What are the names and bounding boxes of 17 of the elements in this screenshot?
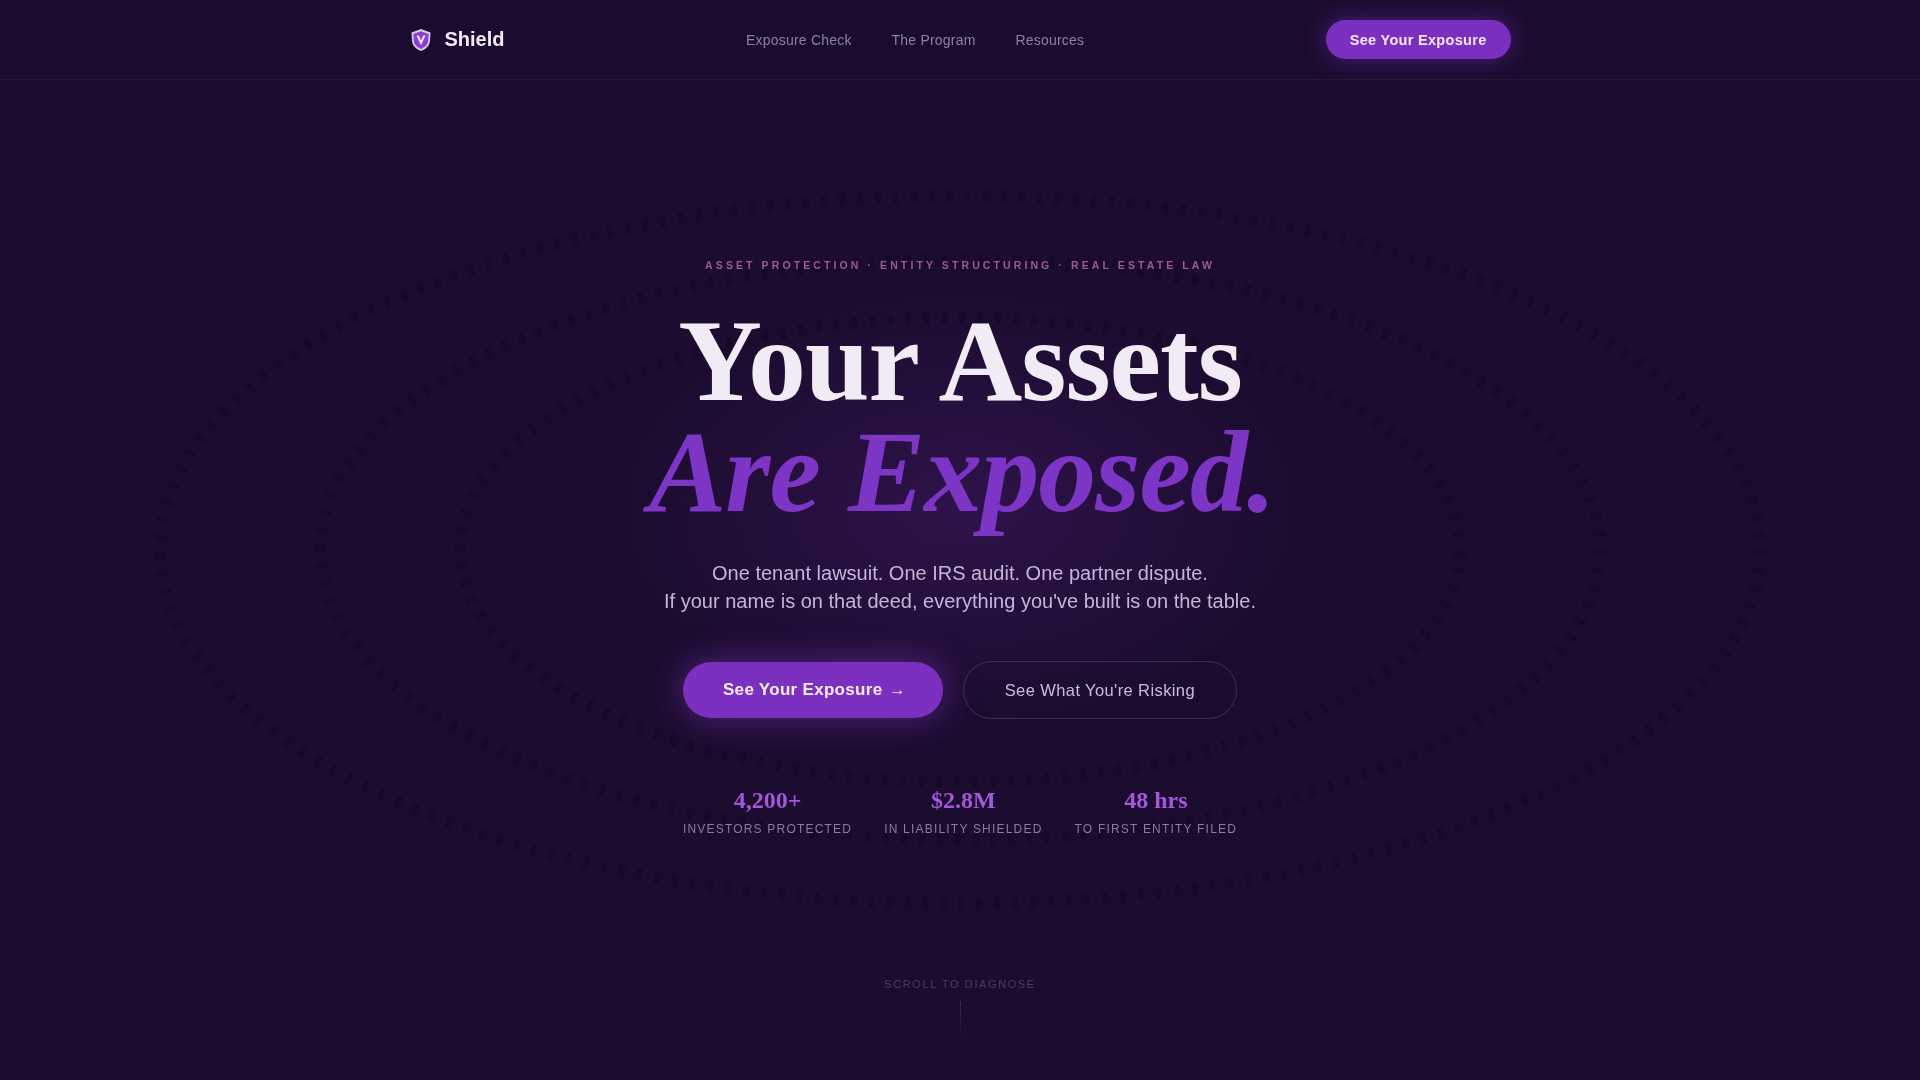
brand-name[interactable]: Shield [444, 28, 505, 51]
shield-logo-icon [409, 27, 432, 52]
headline-accent-text: Are Exposed. [631, 417, 1289, 546]
headline-text: Your Assets [677, 306, 1243, 417]
stat-label: IN LIABILITY SHIELDED [884, 822, 1043, 836]
see-exposure-button[interactable]: See Your Exposure → [683, 662, 943, 718]
subtitle-text: One tenant lawsuit. One IRS audit. One partner dispute. If your name is on that deed, everything you've built is on the table. [664, 561, 1256, 614]
stat-value: 4,200+ [733, 786, 802, 815]
nav-link[interactable]: The Program [891, 31, 976, 48]
eyebrow-text: ASSET PROTECTION · ENTITY STRUCTURING · REAL ESTATE LAW [705, 258, 1215, 272]
stat-value: 48 hrs [1124, 786, 1188, 815]
nav-link[interactable]: Resources [1015, 31, 1085, 48]
nav-link[interactable]: Exposure Check [746, 31, 852, 48]
stat-label: TO FIRST ENTITY FILED [1074, 822, 1238, 836]
stat-label: INVESTORS PROTECTED [682, 822, 853, 836]
stat-value: $2.8M [931, 786, 996, 815]
nav-cta-button[interactable]: See Your Exposure [1325, 20, 1511, 59]
